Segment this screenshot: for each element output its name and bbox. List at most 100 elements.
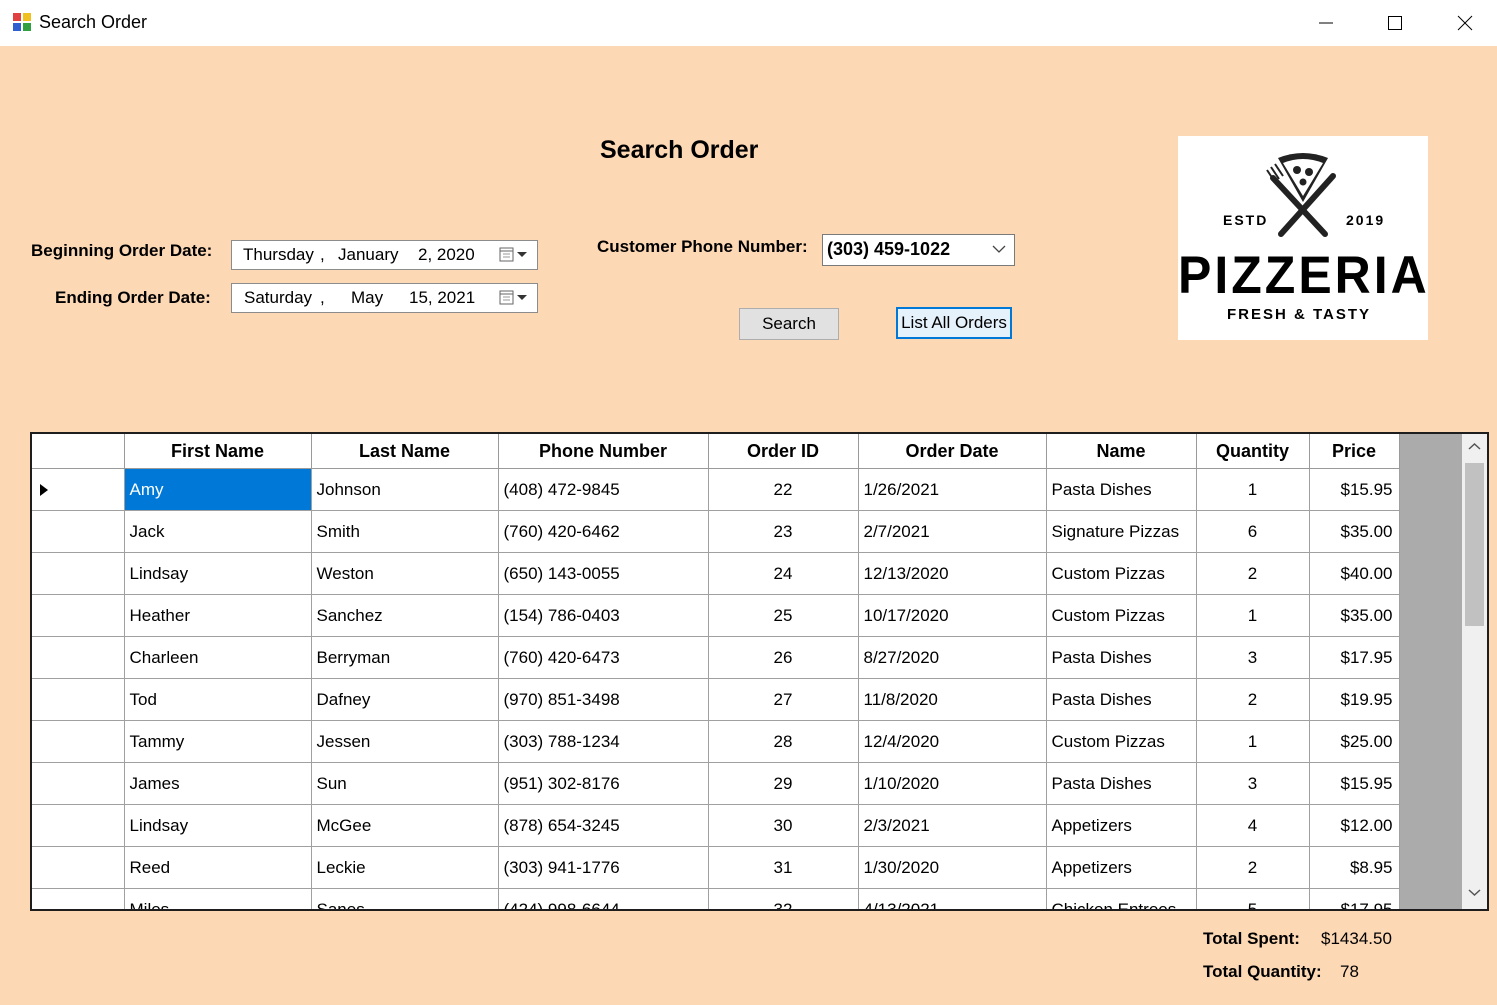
last-name-cell[interactable]: McGee — [311, 804, 499, 847]
first-name-cell[interactable]: Reed — [124, 846, 312, 889]
last-name-cell[interactable]: Smith — [311, 510, 499, 553]
last-name-cell[interactable]: Berryman — [311, 636, 499, 679]
quantity-cell[interactable]: 1 — [1196, 594, 1310, 637]
table-row[interactable]: Tammy Jessen (303) 788-1234 28 12/4/2020 Cust… — [32, 720, 1400, 763]
order-id-cell[interactable]: 27 — [708, 678, 859, 721]
order-id-cell[interactable]: 32 — [708, 888, 859, 909]
search-button[interactable]: Search — [739, 308, 839, 340]
row-header[interactable] — [32, 594, 125, 637]
item-name-cell[interactable]: Pasta Dishes — [1046, 762, 1197, 805]
price-cell[interactable]: $40.00 — [1309, 552, 1400, 595]
last-name-cell[interactable]: Sun — [311, 762, 499, 805]
scroll-up-icon[interactable] — [1468, 442, 1481, 451]
first-name-cell[interactable]: Lindsay — [124, 804, 312, 847]
column-header[interactable]: Price — [1309, 434, 1400, 469]
price-cell[interactable]: $25.00 — [1309, 720, 1400, 763]
phone-number-cell[interactable]: (303) 788-1234 — [498, 720, 709, 763]
item-name-cell[interactable]: Signature Pizzas — [1046, 510, 1197, 553]
order-date-cell[interactable]: 1/30/2020 — [858, 846, 1047, 889]
order-date-cell[interactable]: 2/3/2021 — [858, 804, 1047, 847]
price-cell[interactable]: $15.95 — [1309, 762, 1400, 805]
order-id-cell[interactable]: 23 — [708, 510, 859, 553]
column-header[interactable]: Name — [1046, 434, 1197, 469]
column-header[interactable]: Order Date — [858, 434, 1047, 469]
order-date-cell[interactable]: 1/26/2021 — [858, 468, 1047, 511]
phone-number-combobox[interactable]: (303) 459-1022 — [822, 234, 1015, 266]
price-cell[interactable]: $12.00 — [1309, 804, 1400, 847]
quantity-cell[interactable]: 2 — [1196, 678, 1310, 721]
first-name-cell[interactable]: Charleen — [124, 636, 312, 679]
table-row[interactable]: Tod Dafney (970) 851-3498 27 11/8/2020 Pasta … — [32, 678, 1400, 721]
phone-number-cell[interactable]: (878) 654-3245 — [498, 804, 709, 847]
order-id-cell[interactable]: 31 — [708, 846, 859, 889]
item-name-cell[interactable]: Custom Pizzas — [1046, 594, 1197, 637]
last-name-cell[interactable]: Sanchez — [311, 594, 499, 637]
table-row[interactable]: Amy Johnson (408) 472-9845 22 1/26/2021 Pasta… — [32, 468, 1400, 511]
table-row[interactable]: Lindsay McGee (878) 654-3245 30 2/3/2021 Appe… — [32, 804, 1400, 847]
price-cell[interactable]: $15.95 — [1309, 468, 1400, 511]
last-name-cell[interactable]: Sanes — [311, 888, 499, 909]
phone-number-cell[interactable]: (424) 998-6644 — [498, 888, 709, 909]
row-header[interactable] — [32, 468, 125, 511]
order-date-cell[interactable]: 2/7/2021 — [858, 510, 1047, 553]
table-row[interactable]: Lindsay Weston (650) 143-0055 24 12/13/2020 C… — [32, 552, 1400, 595]
order-id-cell[interactable]: 28 — [708, 720, 859, 763]
beginning-date-picker[interactable]: Thursday , January 2, 2020 — [231, 240, 538, 270]
column-header[interactable]: Phone Number — [498, 434, 709, 469]
quantity-cell[interactable]: 1 — [1196, 468, 1310, 511]
order-date-cell[interactable]: 10/17/2020 — [858, 594, 1047, 637]
row-header[interactable] — [32, 510, 125, 553]
first-name-cell[interactable]: Miles — [124, 888, 312, 909]
row-header[interactable] — [32, 552, 125, 595]
quantity-cell[interactable]: 1 — [1196, 720, 1310, 763]
calendar-dropdown-icon[interactable] — [499, 246, 529, 264]
last-name-cell[interactable]: Weston — [311, 552, 499, 595]
first-name-cell[interactable]: James — [124, 762, 312, 805]
table-row[interactable]: Miles Sanes (424) 998-6644 32 4/13/2021 Chick… — [32, 888, 1400, 909]
quantity-cell[interactable]: 2 — [1196, 846, 1310, 889]
phone-number-cell[interactable]: (650) 143-0055 — [498, 552, 709, 595]
last-name-cell[interactable]: Leckie — [311, 846, 499, 889]
table-row[interactable]: Jack Smith (760) 420-6462 23 2/7/2021 Signatu… — [32, 510, 1400, 553]
item-name-cell[interactable]: Custom Pizzas — [1046, 720, 1197, 763]
phone-number-cell[interactable]: (970) 851-3498 — [498, 678, 709, 721]
quantity-cell[interactable]: 4 — [1196, 804, 1310, 847]
last-name-cell[interactable]: Jessen — [311, 720, 499, 763]
order-date-cell[interactable]: 12/4/2020 — [858, 720, 1047, 763]
row-header[interactable] — [32, 720, 125, 763]
price-cell[interactable]: $17.95 — [1309, 888, 1400, 909]
item-name-cell[interactable]: Pasta Dishes — [1046, 468, 1197, 511]
item-name-cell[interactable]: Appetizers — [1046, 804, 1197, 847]
first-name-cell[interactable]: Heather — [124, 594, 312, 637]
order-id-cell[interactable]: 29 — [708, 762, 859, 805]
item-name-cell[interactable]: Chicken Entrees — [1046, 888, 1197, 909]
table-row[interactable]: Charleen Berryman (760) 420-6473 26 8/27/202… — [32, 636, 1400, 679]
table-row[interactable]: Reed Leckie (303) 941-1776 31 1/30/2020 Appet… — [32, 846, 1400, 889]
order-id-cell[interactable]: 30 — [708, 804, 859, 847]
row-header[interactable] — [32, 678, 125, 721]
order-date-cell[interactable]: 4/13/2021 — [858, 888, 1047, 909]
calendar-dropdown-icon[interactable] — [499, 289, 529, 307]
item-name-cell[interactable]: Appetizers — [1046, 846, 1197, 889]
price-cell[interactable]: $35.00 — [1309, 510, 1400, 553]
close-button[interactable] — [1430, 0, 1497, 46]
item-name-cell[interactable]: Pasta Dishes — [1046, 678, 1197, 721]
phone-number-cell[interactable]: (951) 302-8176 — [498, 762, 709, 805]
phone-number-cell[interactable]: (760) 420-6462 — [498, 510, 709, 553]
row-header[interactable] — [32, 636, 125, 679]
row-header[interactable] — [32, 804, 125, 847]
table-row[interactable]: Heather Sanchez (154) 786-0403 25 10/17/2020… — [32, 594, 1400, 637]
quantity-cell[interactable]: 3 — [1196, 762, 1310, 805]
phone-number-cell[interactable]: (408) 472-9845 — [498, 468, 709, 511]
maximize-button[interactable] — [1360, 0, 1430, 46]
row-header[interactable] — [32, 846, 125, 889]
table-row[interactable]: James Sun (951) 302-8176 29 1/10/2020 Pasta D… — [32, 762, 1400, 805]
scrollbar-thumb[interactable] — [1465, 463, 1484, 626]
order-id-cell[interactable]: 24 — [708, 552, 859, 595]
row-header[interactable] — [32, 888, 125, 909]
column-header[interactable]: First Name — [124, 434, 312, 469]
order-id-cell[interactable]: 26 — [708, 636, 859, 679]
item-name-cell[interactable]: Pasta Dishes — [1046, 636, 1197, 679]
last-name-cell[interactable]: Johnson — [311, 468, 499, 511]
item-name-cell[interactable]: Custom Pizzas — [1046, 552, 1197, 595]
